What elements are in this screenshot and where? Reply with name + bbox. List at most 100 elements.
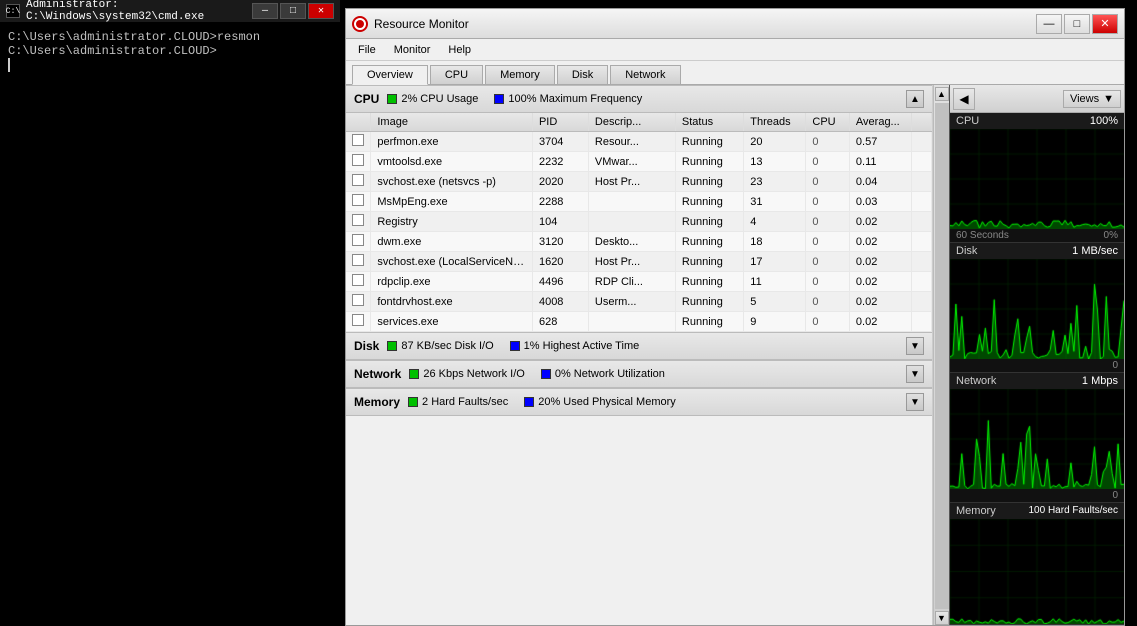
table-row[interactable]: perfmon.exe 3704 Resour... Running 20 0 … — [346, 132, 932, 152]
memory-graph-value: 100 Hard Faults/sec — [1029, 505, 1119, 517]
row-checkbox-cell — [346, 132, 371, 152]
row-checkbox-cell — [346, 252, 371, 272]
tab-disk[interactable]: Disk — [557, 65, 608, 84]
cell-status: Running — [675, 132, 743, 152]
table-row[interactable]: MsMpEng.exe 2288 Running 31 0 0.03 — [346, 192, 932, 212]
network-graph-section: Network 1 Mbps 0 — [950, 373, 1124, 503]
cpu-section: CPU 2% CPU Usage 100% Maximum Frequency — [346, 85, 932, 332]
col-header-status[interactable]: Status — [675, 113, 743, 132]
cpu-graph-section: CPU 100% 60 Seconds 0% — [950, 113, 1124, 243]
cpu-section-header[interactable]: CPU 2% CPU Usage 100% Maximum Frequency — [346, 85, 932, 113]
scrollbar-down[interactable]: ▼ — [935, 611, 949, 625]
table-row[interactable]: services.exe 628 Running 9 0 0.02 — [346, 312, 932, 332]
cpu-graph-footer: 60 Seconds 0% — [950, 229, 1124, 242]
cmd-maximize-button[interactable]: □ — [280, 3, 306, 19]
memory-graph-header: Memory 100 Hard Faults/sec — [950, 503, 1124, 519]
row-checkbox[interactable] — [352, 314, 364, 326]
row-checkbox[interactable] — [352, 214, 364, 226]
resmon-minimize-button[interactable]: — — [1036, 14, 1062, 34]
network-stat-label-1: 26 Kbps Network I/O — [423, 368, 525, 380]
table-row[interactable]: svchost.exe (netsvcs -p) 2020 Host Pr...… — [346, 172, 932, 192]
views-button[interactable]: Views ▼ — [1063, 90, 1121, 108]
cpu-chart — [950, 129, 1124, 229]
cell-threads: 20 — [744, 132, 806, 152]
resmon-maximize-button[interactable]: □ — [1064, 14, 1090, 34]
cell-scroll — [912, 272, 932, 292]
cell-image: services.exe — [371, 312, 533, 332]
col-header-cpu[interactable]: CPU — [806, 113, 850, 132]
cpu-header-left: CPU 2% CPU Usage 100% Maximum Frequency — [354, 92, 642, 106]
cell-image: vmtoolsd.exe — [371, 152, 533, 172]
disk-stat-dot-2 — [510, 341, 520, 351]
row-checkbox[interactable] — [352, 234, 364, 246]
col-header-threads[interactable]: Threads — [744, 113, 806, 132]
cell-avg: 0.02 — [849, 312, 911, 332]
network-graph-header: Network 1 Mbps — [950, 373, 1124, 389]
col-header-avg[interactable]: Averag... — [849, 113, 911, 132]
cell-image: perfmon.exe — [371, 132, 533, 152]
row-checkbox[interactable] — [352, 254, 364, 266]
left-panel-scrollbar[interactable]: ▲ ▼ — [933, 85, 949, 625]
table-row[interactable]: dwm.exe 3120 Deskto... Running 18 0 0.02 — [346, 232, 932, 252]
menu-help[interactable]: Help — [440, 42, 479, 58]
cell-threads: 11 — [744, 272, 806, 292]
cmd-close-button[interactable]: ✕ — [308, 3, 334, 19]
memory-expand-button[interactable]: ▼ — [906, 393, 924, 411]
row-checkbox[interactable] — [352, 134, 364, 146]
memory-graph-canvas — [950, 519, 1124, 624]
disk-header-left: Disk 87 KB/sec Disk I/O 1% Highest Activ… — [354, 339, 639, 353]
cell-desc: Host Pr... — [588, 252, 675, 272]
disk-expand-button[interactable]: ▼ — [906, 337, 924, 355]
cell-cpu: 0 — [806, 292, 850, 312]
cell-desc — [588, 212, 675, 232]
menu-monitor[interactable]: Monitor — [386, 42, 439, 58]
scrollbar-up[interactable]: ▲ — [935, 87, 949, 101]
menu-file[interactable]: File — [350, 42, 384, 58]
cell-cpu: 0 — [806, 312, 850, 332]
cell-pid: 4008 — [532, 292, 588, 312]
tab-memory[interactable]: Memory — [485, 65, 555, 84]
resmon-window: Resource Monitor — □ ✕ File Monitor Help… — [345, 8, 1125, 626]
tab-network[interactable]: Network — [610, 65, 680, 84]
network-stat-label-2: 0% Network Utilization — [555, 368, 665, 380]
memory-stat-label-2: 20% Used Physical Memory — [538, 396, 676, 408]
cell-pid: 2288 — [532, 192, 588, 212]
table-row[interactable]: Registry 104 Running 4 0 0.02 — [346, 212, 932, 232]
row-checkbox[interactable] — [352, 294, 364, 306]
disk-graph-footer-right: 0 — [1112, 360, 1118, 371]
cell-desc: Deskto... — [588, 232, 675, 252]
col-header-desc[interactable]: Descrip... — [588, 113, 675, 132]
table-row[interactable]: svchost.exe (LocalServiceNo... 1620 Host… — [346, 252, 932, 272]
col-header-image[interactable]: Image — [371, 113, 533, 132]
disk-stat-1: 87 KB/sec Disk I/O — [387, 340, 493, 352]
cpu-expand-button[interactable]: ▲ — [906, 90, 924, 108]
table-row[interactable]: fontdrvhost.exe 4008 Userm... Running 5 … — [346, 292, 932, 312]
disk-graph-label: Disk — [956, 245, 977, 257]
table-row[interactable]: rdpclip.exe 4496 RDP Cli... Running 11 0… — [346, 272, 932, 292]
cmd-controls: — □ ✕ — [252, 3, 334, 19]
network-expand-button[interactable]: ▼ — [906, 365, 924, 383]
col-header-pid[interactable]: PID — [532, 113, 588, 132]
tab-overview[interactable]: Overview — [352, 65, 428, 85]
resmon-close-button[interactable]: ✕ — [1092, 14, 1118, 34]
row-checkbox[interactable] — [352, 174, 364, 186]
cell-status: Running — [675, 212, 743, 232]
disk-section-title: Disk — [354, 339, 379, 353]
memory-stats: 2 Hard Faults/sec 20% Used Physical Memo… — [408, 396, 676, 408]
network-section-header[interactable]: Network 26 Kbps Network I/O 0% Network U… — [346, 360, 932, 388]
memory-section-header[interactable]: Memory 2 Hard Faults/sec 20% Used Physic… — [346, 388, 932, 416]
cmd-minimize-button[interactable]: — — [252, 3, 278, 19]
table-row[interactable]: vmtoolsd.exe 2232 VMwar... Running 13 0 … — [346, 152, 932, 172]
cell-image: dwm.exe — [371, 232, 533, 252]
cell-avg: 0.02 — [849, 292, 911, 312]
row-checkbox[interactable] — [352, 274, 364, 286]
cpu-table-body: perfmon.exe 3704 Resour... Running 20 0 … — [346, 132, 932, 332]
cell-pid: 104 — [532, 212, 588, 232]
tab-cpu[interactable]: CPU — [430, 65, 483, 84]
cell-image: svchost.exe (LocalServiceNo... — [371, 252, 533, 272]
row-checkbox[interactable] — [352, 194, 364, 206]
row-checkbox[interactable] — [352, 154, 364, 166]
disk-section-header[interactable]: Disk 87 KB/sec Disk I/O 1% Highest Activ… — [346, 332, 932, 360]
cpu-graph-value: 100% — [1090, 115, 1118, 127]
graph-back-button[interactable]: ◀ — [953, 88, 975, 110]
